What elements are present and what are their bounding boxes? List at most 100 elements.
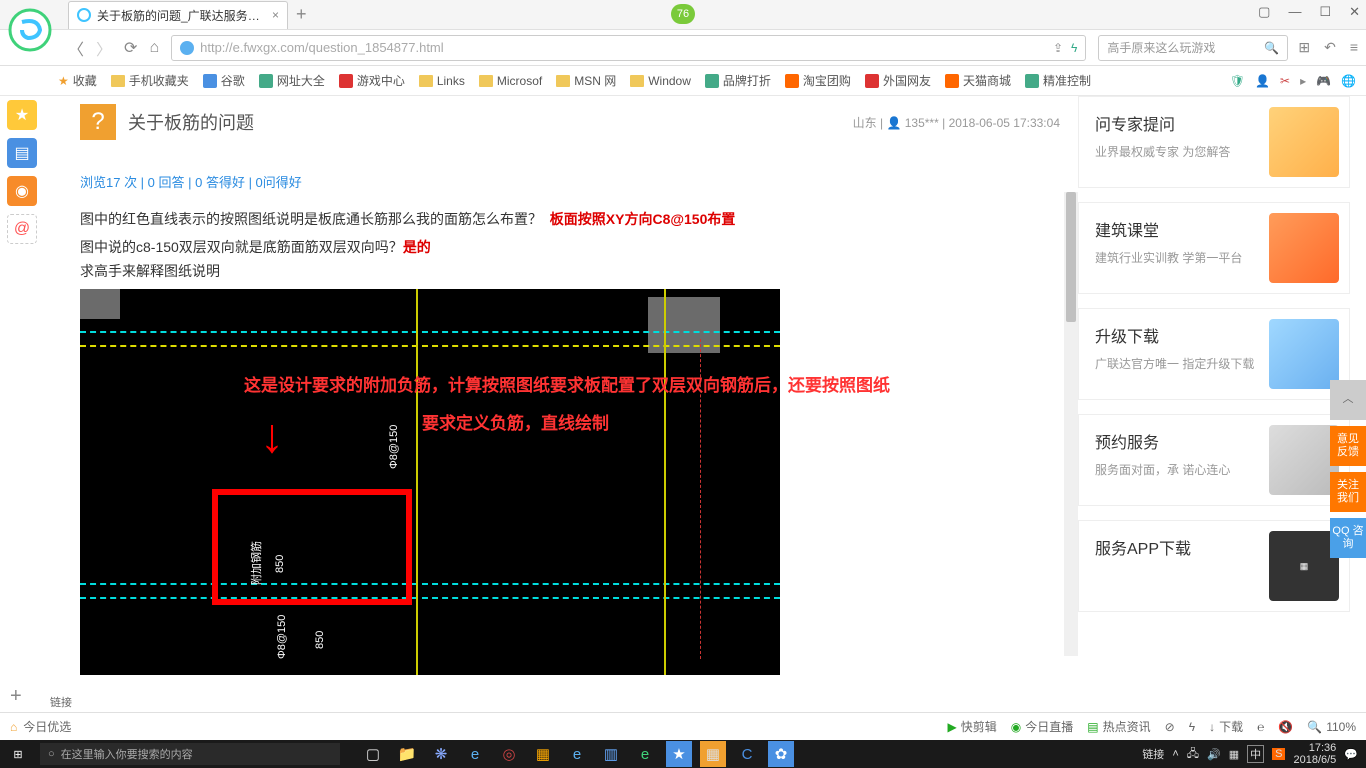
sb-sound[interactable]: 🔇 [1278, 720, 1293, 734]
bm-sites[interactable]: 网址大全 [259, 72, 325, 89]
tray-ime2[interactable]: S [1272, 748, 1285, 760]
feedback-button[interactable]: 意见 反馈 [1330, 426, 1366, 466]
tb-app[interactable]: ◎ [496, 741, 522, 767]
net-icon[interactable]: 🌐 [1341, 74, 1356, 88]
taskbar-search[interactable]: ○在这里输入你要搜索的内容 [40, 743, 340, 765]
tb-app[interactable]: ★ [666, 741, 692, 767]
close-icon[interactable]: ✕ [1349, 4, 1360, 20]
url-input[interactable]: http://e.fwxgx.com/question_1854877.html… [171, 35, 1086, 61]
tab-close-icon[interactable]: × [272, 8, 279, 22]
tb-taskview[interactable]: ▢ [360, 741, 386, 767]
sb-clip[interactable]: ▶快剪辑 [948, 718, 997, 735]
person-icon[interactable]: 👤 [1255, 74, 1270, 88]
cad-block [80, 289, 120, 319]
tb-edge[interactable]: e [462, 741, 488, 767]
scrollbar[interactable] [1064, 192, 1078, 656]
ext-icon[interactable]: ⊞ [1298, 39, 1310, 56]
tray-up-icon[interactable]: ˄ [1172, 748, 1178, 760]
min-icon[interactable]: — [1288, 4, 1301, 20]
search-icon[interactable]: 🔍 [1264, 41, 1279, 55]
max-icon[interactable]: ☐ [1319, 4, 1331, 20]
menu-icon[interactable]: ≡ [1350, 39, 1358, 56]
bm-tmall[interactable]: 天猫商城 [945, 72, 1011, 89]
sidebar-fav[interactable]: ★ [7, 100, 37, 130]
search-box[interactable]: 高手原来这么玩游戏 🔍 [1098, 35, 1288, 61]
sb-speed[interactable]: ϟ [1189, 720, 1195, 734]
sb-live[interactable]: ◉今日直播 [1011, 718, 1074, 735]
card-app[interactable]: 服务APP下载▦ [1078, 520, 1350, 612]
bm-msn[interactable]: MSN 网 [556, 72, 616, 89]
tray-vol-icon[interactable]: 🔊 [1207, 748, 1221, 761]
browser-logo[interactable] [0, 0, 60, 60]
question-title: 关于板筋的问题 [128, 109, 254, 135]
bm-fav[interactable]: ★收藏 [58, 72, 97, 89]
share-icon[interactable]: ⇪ [1053, 41, 1063, 55]
bm-google[interactable]: 谷歌 [203, 72, 245, 89]
qq-button[interactable]: QQ 咨询 [1330, 518, 1366, 558]
forward-icon[interactable]: 〉 [96, 36, 112, 60]
cad-line [80, 597, 780, 599]
back-to-top[interactable]: ︿ [1330, 380, 1366, 420]
tb-app[interactable]: ▦ [530, 741, 556, 767]
skin-icon[interactable]: ▢ [1258, 4, 1270, 20]
follow-button[interactable]: 关注 我们 [1330, 472, 1366, 512]
reload-icon[interactable]: ⟳ [124, 38, 137, 58]
tb-app[interactable]: ▦ [700, 741, 726, 767]
card-course[interactable]: 建筑课堂建筑行业实训教 学第一平台 [1078, 202, 1350, 294]
sb-p[interactable]: ℮ [1257, 720, 1264, 734]
sidebar-add[interactable]: + [10, 685, 22, 708]
tb-folder[interactable]: 📁 [394, 741, 420, 767]
bm-mobile[interactable]: 手机收藏夹 [111, 72, 189, 89]
cad-line [80, 345, 780, 347]
sidebar-weibo[interactable]: ◉ [7, 176, 37, 206]
bm-brand[interactable]: 品牌打折 [705, 72, 771, 89]
bm-games[interactable]: 游戏中心 [339, 72, 405, 89]
sb-dl[interactable]: ↓ 下载 [1209, 718, 1243, 735]
bm-ms[interactable]: Microsof [479, 74, 542, 88]
tb-app[interactable]: Ϲ [734, 741, 760, 767]
cad-dim: 850 [314, 631, 326, 649]
tb-app[interactable]: ❋ [428, 741, 454, 767]
tab-title: 关于板筋的问题_广联达服务新干 [97, 7, 266, 24]
shield-icon[interactable]: 🛡 [1230, 74, 1245, 88]
tb-app[interactable]: ▥ [598, 741, 624, 767]
ext-badge[interactable]: 76 [671, 4, 695, 24]
browser-tab[interactable]: 关于板筋的问题_广联达服务新干 × [68, 1, 288, 29]
card-download[interactable]: 升级下载广联达官方唯一 指定升级下载 [1078, 308, 1350, 400]
tray-clock[interactable]: 17:362018/6/5 [1293, 742, 1336, 766]
sidebar-news[interactable]: ▤ [7, 138, 37, 168]
tab-favicon [77, 8, 91, 22]
tv-icon[interactable]: ▸ [1300, 74, 1306, 88]
cad-line [416, 289, 418, 675]
back-icon[interactable]: 〈 [68, 36, 84, 60]
tb-app[interactable]: ✿ [768, 741, 794, 767]
tray-notif-icon[interactable]: 💬 [1344, 748, 1358, 761]
card-service[interactable]: 预约服务服务面对面，承 诺心连心 [1078, 414, 1350, 506]
flash-icon[interactable]: ϟ [1071, 41, 1077, 55]
cut-icon[interactable]: ✂ [1280, 74, 1290, 88]
tb-ie[interactable]: e [564, 741, 590, 767]
sb-hot[interactable]: ▤热点资讯 [1087, 718, 1150, 735]
tray-ime[interactable]: 中 [1247, 745, 1264, 763]
new-tab-button[interactable]: + [296, 4, 307, 25]
tray-net-icon[interactable]: 🖧 [1187, 745, 1199, 764]
bm-window[interactable]: Window [630, 74, 691, 88]
bm-foreign[interactable]: 外国网友 [865, 72, 931, 89]
card-expert[interactable]: 问专家提问业界最权威专家 为您解答 [1078, 96, 1350, 188]
sidebar-at[interactable]: @ [7, 214, 37, 244]
tray-app-icon[interactable]: ▦ [1229, 748, 1239, 761]
cad-annotation: 这是设计要求的附加负筋，计算按照图纸要求板配置了双层双向钢筋后，还要按照图纸 [244, 371, 890, 396]
undo-icon[interactable]: ↶ [1324, 39, 1336, 56]
bm-links[interactable]: Links [419, 74, 465, 88]
sb-zoom[interactable]: 🔍 110% [1307, 720, 1356, 734]
scroll-thumb[interactable] [1066, 192, 1076, 322]
browser-statusbar: ⌂今日优选 ▶快剪辑 ◉今日直播 ▤热点资讯 ⊘ ϟ ↓ 下载 ℮ 🔇 🔍 11… [0, 712, 1366, 740]
start-button[interactable]: ⊞ [0, 740, 36, 768]
home-icon[interactable]: ⌂ [149, 39, 159, 57]
bm-precise[interactable]: 精准控制 [1025, 72, 1091, 89]
sb-filter[interactable]: ⊘ [1165, 720, 1175, 734]
game-icon[interactable]: 🎮 [1316, 74, 1331, 88]
sb-today[interactable]: 今日优选 [23, 718, 71, 735]
bm-taobao[interactable]: 淘宝团购 [785, 72, 851, 89]
tb-360[interactable]: e [632, 741, 658, 767]
